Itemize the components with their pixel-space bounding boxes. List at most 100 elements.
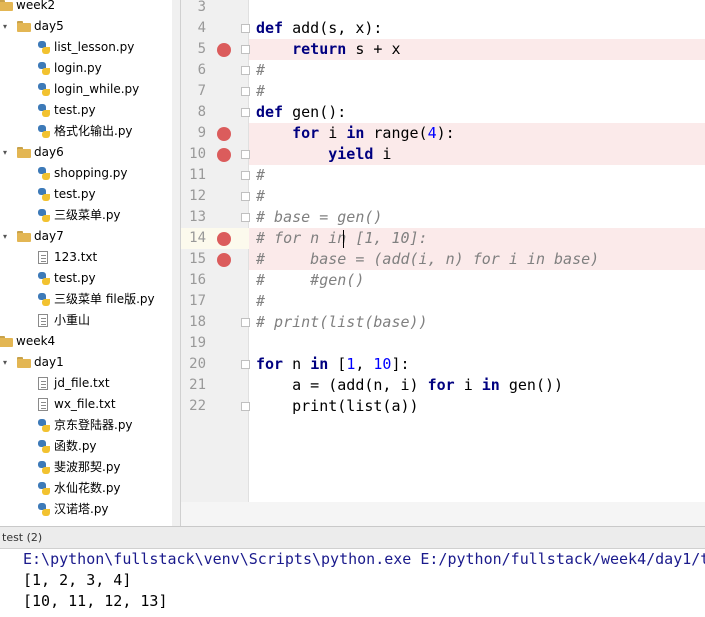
fold-marker-icon[interactable] xyxy=(241,213,250,222)
code-line[interactable]: # #gen() xyxy=(256,270,364,291)
fold-marker-icon[interactable] xyxy=(241,402,250,411)
tree-file[interactable]: 函数.py xyxy=(0,436,172,457)
code-token: for xyxy=(256,355,284,373)
tree-item-label: 小重山 xyxy=(54,313,91,327)
code-line[interactable]: # print(list(base)) xyxy=(256,312,428,333)
tree-folder[interactable]: ▾ day7 xyxy=(0,226,172,247)
fold-marker-icon[interactable] xyxy=(241,66,250,75)
tree-folder[interactable]: ▾week2 xyxy=(0,0,172,16)
code-line[interactable]: # xyxy=(256,291,265,312)
chevron-down-icon[interactable]: ▾ xyxy=(0,142,10,163)
line-number: 19 xyxy=(189,335,206,351)
folder-icon xyxy=(17,147,31,158)
tree-item-label: 格式化输出.py xyxy=(54,124,133,138)
python-file-icon xyxy=(38,461,50,474)
tree-file[interactable]: 三级菜单.py xyxy=(0,205,172,226)
chevron-down-icon[interactable]: ▾ xyxy=(0,352,10,373)
code-token: ]: xyxy=(391,355,410,373)
breakpoint-icon[interactable] xyxy=(217,43,231,57)
tree-item-label: 三级菜单.py xyxy=(54,208,121,222)
tree-file[interactable]: shopping.py xyxy=(0,163,172,184)
editor-horizontal-scroll-area[interactable] xyxy=(181,502,705,526)
breakpoint-icon[interactable] xyxy=(217,253,231,267)
code-token: yield xyxy=(328,145,374,163)
breakpoint-icon[interactable] xyxy=(217,148,231,162)
fold-marker-icon[interactable] xyxy=(241,45,250,54)
fold-marker-icon[interactable] xyxy=(241,87,250,96)
text-file-icon xyxy=(38,398,48,411)
tree-item-label: test.py xyxy=(54,103,96,117)
tree-folder[interactable]: ▾ day6 xyxy=(0,142,172,163)
tree-folder[interactable]: ▾ day1 xyxy=(0,352,172,373)
line-number: 17 xyxy=(189,293,206,309)
code-line[interactable]: # base = gen() xyxy=(256,207,382,228)
fold-marker-icon[interactable] xyxy=(241,171,250,180)
code-token: 10 xyxy=(373,355,392,373)
code-token: # for n in [1, 10]: xyxy=(256,229,428,247)
tree-file[interactable]: login_while.py xyxy=(0,79,172,100)
code-token: in xyxy=(346,124,365,142)
code-token: add(s, x): xyxy=(283,19,383,37)
code-line[interactable]: for i in range(4): xyxy=(256,123,455,144)
code-token: i xyxy=(319,124,347,142)
tree-folder[interactable]: ▾ day5 xyxy=(0,16,172,37)
code-token: # xyxy=(256,82,266,100)
folder-icon xyxy=(17,21,31,32)
tree-file[interactable]: 格式化输出.py xyxy=(0,121,172,142)
tree-file[interactable]: 123.txt xyxy=(0,247,172,268)
code-line[interactable]: # xyxy=(256,81,265,102)
code-line[interactable]: # for n in [1, 10]: xyxy=(256,228,428,249)
code-token: # xyxy=(256,61,266,79)
tree-file[interactable]: list_lesson.py xyxy=(0,37,172,58)
fold-marker-icon[interactable] xyxy=(241,24,250,33)
tree-file[interactable]: 京东登陆器.py xyxy=(0,415,172,436)
code-line[interactable]: for n in [1, 10]: xyxy=(256,354,410,375)
code-line[interactable]: def gen(): xyxy=(256,102,346,123)
python-file-icon xyxy=(38,209,50,222)
tree-file[interactable]: 水仙花数.py xyxy=(0,478,172,499)
fold-marker-icon[interactable] xyxy=(241,360,250,369)
project-tree: ▾week2▾day5list_lesson.pylogin.pylogin_w… xyxy=(0,0,172,526)
tree-file[interactable]: test.py xyxy=(0,184,172,205)
code-token: # xyxy=(256,187,266,205)
chevron-down-icon[interactable]: ▾ xyxy=(0,16,10,37)
tree-file[interactable]: login.py xyxy=(0,58,172,79)
tree-file[interactable]: wx_file.txt xyxy=(0,394,172,415)
code-line[interactable]: a = (add(n, i) for i in gen()) xyxy=(256,375,563,396)
fold-marker-icon[interactable] xyxy=(241,318,250,327)
code-token: 1 xyxy=(346,355,356,373)
breakpoint-icon[interactable] xyxy=(217,232,231,246)
tree-item-label: login.py xyxy=(54,61,102,75)
tree-item-label: day6 xyxy=(34,145,64,159)
code-line[interactable]: yield i xyxy=(256,144,391,165)
tree-file[interactable]: jd_file.txt xyxy=(0,373,172,394)
tree-file[interactable]: test.py xyxy=(0,268,172,289)
code-line[interactable]: return s + x xyxy=(256,39,400,60)
fold-marker-icon[interactable] xyxy=(241,108,250,117)
code-token: return xyxy=(292,40,347,58)
chevron-down-icon[interactable]: ▾ xyxy=(0,226,10,247)
tree-folder[interactable]: ▾week4 xyxy=(0,331,172,352)
tree-file[interactable]: 斐波那契.py xyxy=(0,457,172,478)
tree-item-label: 三级菜单 file版.py xyxy=(54,292,155,306)
tree-item-label: day7 xyxy=(34,229,64,243)
code-line[interactable]: print(list(a)) xyxy=(256,396,418,417)
tree-file[interactable]: test.py xyxy=(0,100,172,121)
tree-file[interactable]: 三级菜单 file版.py xyxy=(0,289,172,310)
code-line[interactable]: # base = (add(i, n) for i in base) xyxy=(256,249,599,270)
code-line[interactable]: # xyxy=(256,165,265,186)
tree-file[interactable]: 小重山 xyxy=(0,310,172,331)
tree-item-label: week2 xyxy=(16,0,56,12)
breakpoint-icon[interactable] xyxy=(217,127,231,141)
run-console[interactable]: E:\python\fullstack\venv\Scripts\python.… xyxy=(0,549,705,617)
code-line[interactable]: # xyxy=(256,186,265,207)
fold-marker-icon[interactable] xyxy=(241,150,250,159)
run-tab-test[interactable]: test (2) xyxy=(2,531,42,544)
tree-item-label: week4 xyxy=(16,334,56,348)
tree-file[interactable]: 汉诺塔.py xyxy=(0,499,172,520)
code-line[interactable]: def add(s, x): xyxy=(256,18,382,39)
tree-item-label: shopping.py xyxy=(54,166,128,180)
code-line[interactable]: # xyxy=(256,60,265,81)
fold-marker-icon[interactable] xyxy=(241,192,250,201)
